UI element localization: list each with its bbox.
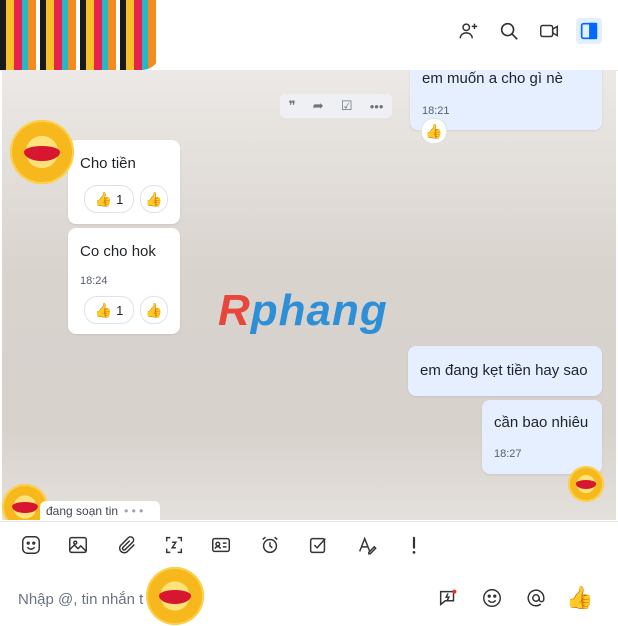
thumbs-up-icon: 👍 bbox=[425, 122, 443, 139]
thumbs-up-icon: 👍 bbox=[145, 301, 163, 318]
reminder-icon[interactable] bbox=[257, 532, 283, 558]
message-text: Co cho hok bbox=[80, 243, 156, 260]
message-text: em muốn a cho gì nè bbox=[422, 70, 563, 87]
like-reaction-button[interactable]: 👍 bbox=[421, 118, 447, 144]
lemon-lips-sticker bbox=[568, 466, 604, 502]
lemon-lips-sticker bbox=[146, 567, 204, 625]
add-member-icon[interactable] bbox=[456, 18, 482, 44]
avatar[interactable] bbox=[0, 0, 160, 70]
forward-icon[interactable]: ➦ bbox=[313, 98, 324, 114]
sidebar-toggle-icon[interactable] bbox=[576, 18, 602, 44]
header-actions bbox=[456, 18, 602, 44]
add-reaction-button[interactable]: 👍 bbox=[140, 296, 168, 324]
message-bubble-incoming[interactable]: Cho tiền 👍 1 👍 bbox=[68, 140, 180, 224]
message-time: 18:24 bbox=[80, 275, 108, 287]
composer-toolbar bbox=[0, 521, 618, 569]
contact-card-icon[interactable] bbox=[208, 532, 234, 558]
reaction-count: 1 bbox=[116, 191, 124, 207]
emoji-icon[interactable] bbox=[478, 584, 506, 612]
screenshot-icon[interactable] bbox=[161, 532, 187, 558]
reaction-count-badge[interactable]: 👍 1 bbox=[84, 296, 134, 324]
search-icon[interactable] bbox=[496, 18, 522, 44]
watermark: Rphang bbox=[218, 286, 388, 335]
message-list[interactable]: Rphang ❞ ➦ ☑ ••• em muốn a cho gì nè 18:… bbox=[2, 70, 616, 520]
message-bubble-incoming[interactable]: Co cho hok 18:24 👍 1 👍 bbox=[68, 228, 180, 334]
message-input-bar: 👍 bbox=[0, 567, 618, 626]
more-icon[interactable]: ••• bbox=[370, 99, 384, 114]
add-reaction-button[interactable]: 👍 bbox=[140, 185, 168, 213]
reaction-count-badge[interactable]: 👍 1 bbox=[84, 185, 134, 213]
attach-icon[interactable] bbox=[114, 532, 140, 558]
message-time: 18:21 bbox=[422, 105, 450, 117]
quick-message-icon[interactable] bbox=[434, 584, 462, 612]
mention-icon[interactable] bbox=[522, 584, 550, 612]
message-bubble-outgoing[interactable]: cần bao nhiêu 18:27 bbox=[482, 400, 602, 474]
message-text: cần bao nhiêu bbox=[494, 414, 589, 431]
message-hover-toolbar: ❞ ➦ ☑ ••• bbox=[280, 94, 392, 118]
chat-header bbox=[0, 0, 618, 71]
message-text: em đang kẹt tiền hay sao bbox=[420, 362, 588, 379]
quote-icon[interactable]: ❞ bbox=[289, 98, 296, 114]
thumbs-up-icon: 👍 bbox=[145, 190, 163, 207]
thumbs-up-icon: 👍 bbox=[94, 190, 113, 207]
message-bubble-outgoing[interactable]: em đang kẹt tiền hay sao bbox=[408, 346, 602, 396]
image-icon[interactable] bbox=[65, 532, 91, 558]
video-call-icon[interactable] bbox=[536, 18, 562, 44]
reaction-count: 1 bbox=[116, 302, 124, 318]
mark-task-icon[interactable]: ☑ bbox=[341, 98, 353, 114]
task-icon[interactable] bbox=[305, 532, 331, 558]
message-time: 18:27 bbox=[494, 448, 522, 460]
lemon-lips-sticker bbox=[10, 120, 74, 184]
like-icon[interactable]: 👍 bbox=[566, 584, 594, 612]
format-text-icon[interactable] bbox=[354, 532, 380, 558]
sticker-icon[interactable] bbox=[18, 532, 44, 558]
typing-indicator: đang soạn tin • • • bbox=[40, 501, 160, 521]
message-text: Cho tiền bbox=[80, 155, 136, 172]
urgent-icon[interactable] bbox=[401, 532, 427, 558]
thumbs-up-icon: 👍 bbox=[94, 301, 113, 318]
